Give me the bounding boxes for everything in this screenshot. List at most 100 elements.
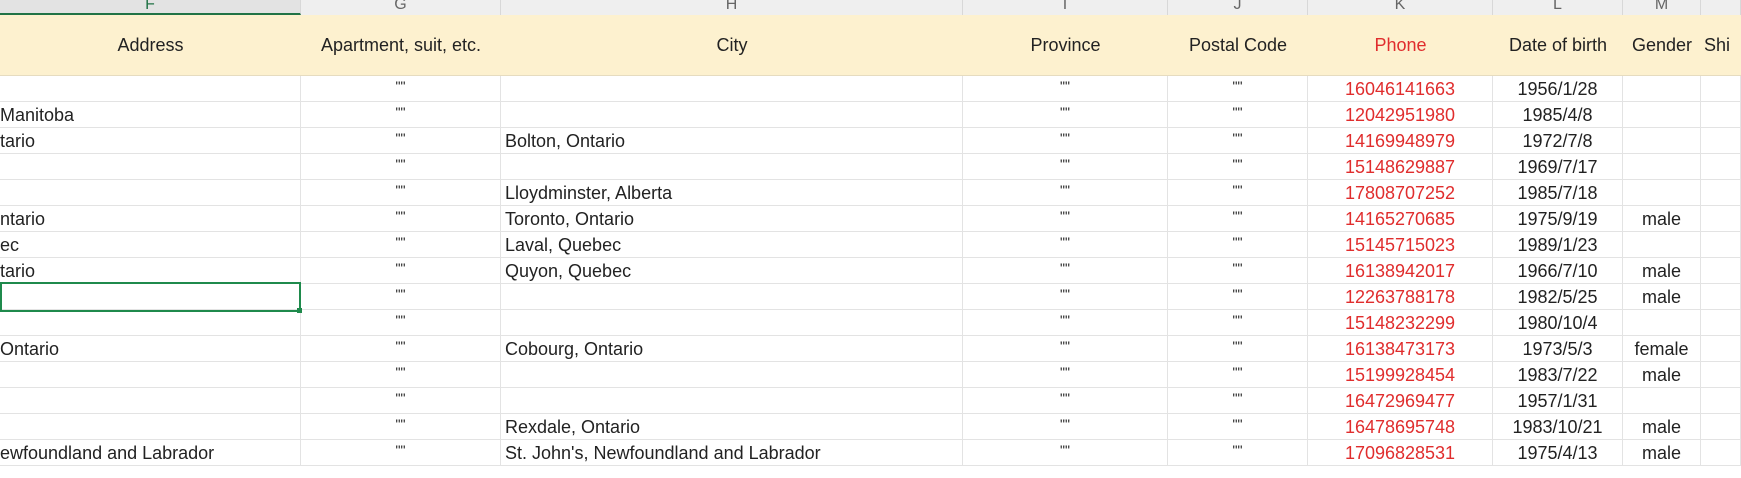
cell-address[interactable] [0, 154, 301, 179]
cell-gender[interactable]: male [1623, 362, 1701, 387]
cell-gender[interactable]: male [1623, 258, 1701, 283]
cell-postal-code[interactable]: "" [1168, 284, 1308, 309]
cell-phone[interactable]: 16478695748 [1308, 414, 1493, 439]
cell-apartment[interactable]: "" [301, 128, 501, 153]
cell-address[interactable] [0, 388, 301, 413]
cell-phone[interactable]: 16472969477 [1308, 388, 1493, 413]
cell-city[interactable]: Toronto, Ontario [501, 206, 963, 231]
cell-date-of-birth[interactable]: 1972/7/8 [1493, 128, 1623, 153]
cell-address[interactable] [0, 414, 301, 439]
header-phone[interactable]: Phone [1308, 15, 1493, 75]
cell-postal-code[interactable]: "" [1168, 102, 1308, 127]
cell-address[interactable]: Ontario [0, 336, 301, 361]
cell-city[interactable]: Quyon, Quebec [501, 258, 963, 283]
cell-date-of-birth[interactable]: 1985/4/8 [1493, 102, 1623, 127]
cell-postal-code[interactable]: "" [1168, 128, 1308, 153]
column-letter-m[interactable]: M [1623, 0, 1701, 15]
cell-gender[interactable]: male [1623, 440, 1701, 465]
cell-shipping[interactable] [1701, 388, 1741, 413]
cell-shipping[interactable] [1701, 180, 1741, 205]
cell-address[interactable]: ewfoundland and Labrador [0, 440, 301, 465]
cell-apartment[interactable]: "" [301, 310, 501, 335]
cell-shipping[interactable] [1701, 232, 1741, 257]
cell-gender[interactable] [1623, 310, 1701, 335]
cell-gender[interactable] [1623, 232, 1701, 257]
cell-date-of-birth[interactable]: 1973/5/3 [1493, 336, 1623, 361]
cell-shipping[interactable] [1701, 362, 1741, 387]
cell-address[interactable] [0, 180, 301, 205]
cell-gender[interactable] [1623, 102, 1701, 127]
cell-shipping[interactable] [1701, 206, 1741, 231]
cell-postal-code[interactable]: "" [1168, 362, 1308, 387]
cell-phone[interactable]: 16138942017 [1308, 258, 1493, 283]
header-gender[interactable]: Gender [1623, 15, 1701, 75]
cell-city[interactable] [501, 284, 963, 309]
cell-date-of-birth[interactable]: 1956/1/28 [1493, 76, 1623, 101]
column-letter-f[interactable]: F [0, 0, 301, 15]
cell-city[interactable]: Bolton, Ontario [501, 128, 963, 153]
column-letter-j[interactable]: J [1168, 0, 1308, 15]
cell-address[interactable]: Manitoba [0, 102, 301, 127]
cell-shipping[interactable] [1701, 336, 1741, 361]
cell-phone[interactable]: 12263788178 [1308, 284, 1493, 309]
cell-apartment[interactable]: "" [301, 76, 501, 101]
cell-phone[interactable]: 14165270685 [1308, 206, 1493, 231]
cell-phone[interactable]: 15148629887 [1308, 154, 1493, 179]
cell-apartment[interactable]: "" [301, 154, 501, 179]
cell-postal-code[interactable]: "" [1168, 336, 1308, 361]
cell-province[interactable]: "" [963, 232, 1168, 257]
cell-province[interactable]: "" [963, 336, 1168, 361]
cell-postal-code[interactable]: "" [1168, 440, 1308, 465]
cell-postal-code[interactable]: "" [1168, 180, 1308, 205]
cell-shipping[interactable] [1701, 76, 1741, 101]
cell-province[interactable]: "" [963, 388, 1168, 413]
header-postal-code[interactable]: Postal Code [1168, 15, 1308, 75]
cell-address[interactable] [0, 284, 301, 309]
cell-postal-code[interactable]: "" [1168, 388, 1308, 413]
cell-apartment[interactable]: "" [301, 284, 501, 309]
cell-apartment[interactable]: "" [301, 414, 501, 439]
cell-date-of-birth[interactable]: 1957/1/31 [1493, 388, 1623, 413]
cell-city[interactable]: Lloydminster, Alberta [501, 180, 963, 205]
cell-apartment[interactable]: "" [301, 232, 501, 257]
cell-shipping[interactable] [1701, 102, 1741, 127]
cell-province[interactable]: "" [963, 258, 1168, 283]
cell-date-of-birth[interactable]: 1966/7/10 [1493, 258, 1623, 283]
header-date-of-birth[interactable]: Date of birth [1493, 15, 1623, 75]
cell-date-of-birth[interactable]: 1982/5/25 [1493, 284, 1623, 309]
cell-city[interactable] [501, 76, 963, 101]
cell-date-of-birth[interactable]: 1985/7/18 [1493, 180, 1623, 205]
cell-city[interactable] [501, 388, 963, 413]
cell-shipping[interactable] [1701, 154, 1741, 179]
cell-city[interactable]: Rexdale, Ontario [501, 414, 963, 439]
cell-shipping[interactable] [1701, 258, 1741, 283]
cell-gender[interactable]: male [1623, 206, 1701, 231]
cell-province[interactable]: "" [963, 440, 1168, 465]
header-shipping[interactable]: Shi [1701, 15, 1741, 75]
cell-city[interactable]: St. John's, Newfoundland and Labrador [501, 440, 963, 465]
cell-city[interactable] [501, 310, 963, 335]
column-letter-g[interactable]: G [301, 0, 501, 15]
cell-phone[interactable]: 12042951980 [1308, 102, 1493, 127]
cell-gender[interactable] [1623, 388, 1701, 413]
cell-address[interactable]: tario [0, 258, 301, 283]
cell-date-of-birth[interactable]: 1989/1/23 [1493, 232, 1623, 257]
column-letter-l[interactable]: L [1493, 0, 1623, 15]
header-apartment[interactable]: Apartment, suit, etc. [301, 15, 501, 75]
cell-postal-code[interactable]: "" [1168, 258, 1308, 283]
header-province[interactable]: Province [963, 15, 1168, 75]
cell-shipping[interactable] [1701, 128, 1741, 153]
cell-city[interactable] [501, 154, 963, 179]
cell-province[interactable]: "" [963, 180, 1168, 205]
cell-shipping[interactable] [1701, 310, 1741, 335]
cell-gender[interactable] [1623, 154, 1701, 179]
cell-province[interactable]: "" [963, 154, 1168, 179]
header-city[interactable]: City [501, 15, 963, 75]
cell-gender[interactable]: male [1623, 414, 1701, 439]
cell-date-of-birth[interactable]: 1983/7/22 [1493, 362, 1623, 387]
cell-city[interactable]: Cobourg, Ontario [501, 336, 963, 361]
header-address[interactable]: Address [0, 15, 301, 75]
cell-apartment[interactable]: "" [301, 388, 501, 413]
cell-phone[interactable]: 17096828531 [1308, 440, 1493, 465]
cell-postal-code[interactable]: "" [1168, 232, 1308, 257]
